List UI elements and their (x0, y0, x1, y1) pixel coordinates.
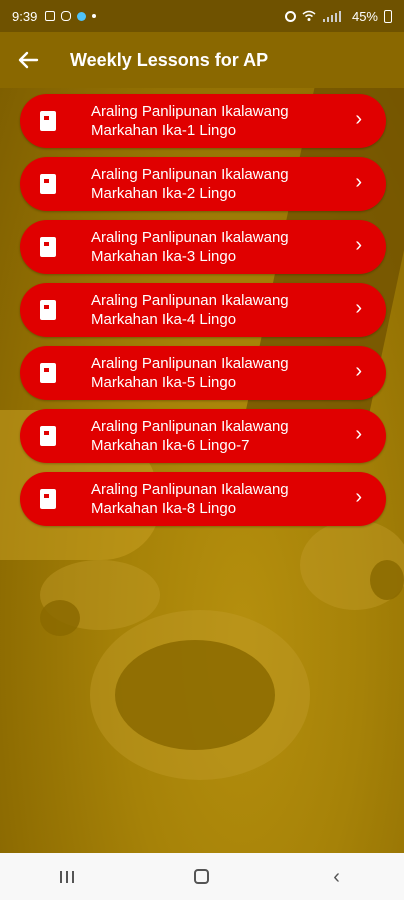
chevron-right-icon: › (355, 108, 362, 130)
signal-icon (322, 11, 341, 22)
lesson-item[interactable]: Araling Panlipunan Ikalawang Markahan Ika… (20, 472, 386, 526)
app-bar: Weekly Lessons for AP (0, 32, 404, 88)
lesson-label: Araling Panlipunan Ikalawang Markahan Ika… (91, 103, 289, 139)
lesson-label: Araling Panlipunan Ikalawang Markahan Ika… (91, 481, 289, 517)
back-icon[interactable]: ‹ (317, 862, 357, 892)
document-icon (40, 426, 56, 446)
document-icon (40, 237, 56, 257)
lesson-item[interactable]: Araling Panlipunan Ikalawang Markahan Ika… (20, 346, 386, 400)
document-icon (40, 111, 56, 131)
screen: 9:39 45% Weekly Lessons for AP Araling P… (0, 0, 404, 900)
status-bar: 9:39 45% (0, 0, 404, 32)
lesson-item[interactable]: Araling Panlipunan Ikalawang Markahan Ika… (20, 220, 386, 274)
chevron-right-icon: › (355, 360, 362, 382)
lesson-label: Araling Panlipunan Ikalawang Markahan Ika… (91, 292, 289, 328)
alarm-icon (284, 10, 296, 22)
chevron-right-icon: › (355, 423, 362, 445)
lesson-item[interactable]: Araling Panlipunan Ikalawang Markahan Ika… (20, 409, 386, 463)
chevron-right-icon: › (355, 234, 362, 256)
lesson-label: Araling Panlipunan Ikalawang Markahan Ika… (91, 418, 289, 454)
battery-percent: 45% (351, 8, 378, 24)
lesson-list: Araling Panlipunan Ikalawang Markahan Ika… (20, 94, 386, 535)
instagram-icon (61, 11, 72, 21)
app-icon (77, 11, 87, 21)
battery-icon (384, 9, 392, 23)
chevron-right-icon: › (355, 486, 362, 508)
chevron-right-icon: › (355, 297, 362, 319)
document-icon (40, 174, 56, 194)
document-icon (40, 363, 56, 383)
lesson-item[interactable]: Araling Panlipunan Ikalawang Markahan Ika… (20, 157, 386, 211)
dot-icon (92, 14, 97, 18)
wifi-icon (302, 10, 316, 21)
recents-icon[interactable] (47, 862, 87, 892)
navigation-bar: ‹ (0, 853, 404, 900)
status-time: 9:39 (12, 8, 38, 24)
chevron-right-icon: › (355, 171, 362, 193)
gallery-icon (45, 11, 56, 21)
lesson-item[interactable]: Araling Panlipunan Ikalawang Markahan Ika… (20, 283, 386, 337)
lesson-label: Araling Panlipunan Ikalawang Markahan Ika… (91, 166, 289, 202)
lesson-label: Araling Panlipunan Ikalawang Markahan Ika… (91, 355, 289, 391)
page-title: Weekly Lessons for AP (70, 49, 269, 70)
document-icon (40, 300, 56, 320)
document-icon (40, 489, 56, 509)
lesson-label: Araling Panlipunan Ikalawang Markahan Ika… (91, 229, 289, 265)
home-icon[interactable] (182, 862, 222, 892)
arrow-left-icon[interactable] (0, 32, 56, 88)
lesson-item[interactable]: Araling Panlipunan Ikalawang Markahan Ika… (20, 94, 386, 148)
